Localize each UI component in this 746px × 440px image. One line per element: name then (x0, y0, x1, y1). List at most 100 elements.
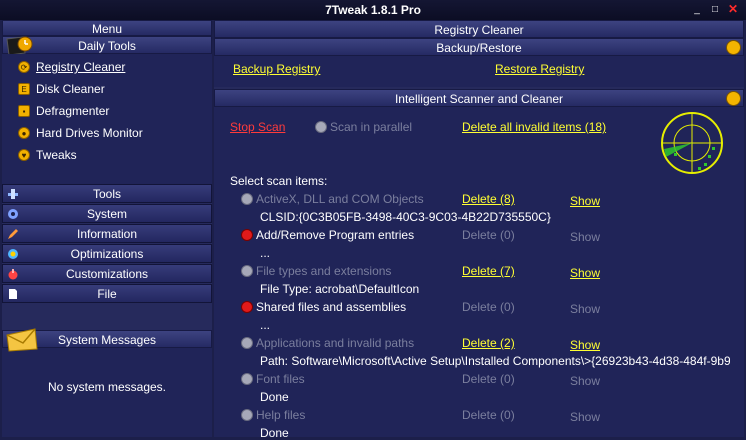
delete-activex-link[interactable]: Delete (8) (462, 192, 515, 206)
close-button[interactable]: ✕ (726, 2, 740, 16)
category-label: Information (76, 227, 138, 241)
show-shared-files-link[interactable]: Show (570, 302, 600, 316)
daily-tools-header[interactable]: Daily Tools (2, 36, 212, 56)
scan-item-detail: Path: Software\Microsoft\Active Setup\In… (260, 354, 730, 368)
disk-icon: E (18, 83, 30, 95)
scan-item-label: ActiveX, DLL and COM Objects (256, 192, 424, 206)
paint-icon (8, 269, 18, 280)
scan-item-label: Font files (256, 372, 305, 386)
key-icon[interactable] (726, 91, 741, 106)
toggle-icon (241, 409, 253, 421)
monitor-icon: ● (18, 127, 30, 139)
show-help-files-link[interactable]: Show (570, 410, 600, 424)
defrag-icon: ▪ (18, 105, 30, 117)
system-messages-text: No system messages. (47, 380, 167, 394)
category-system[interactable]: System (2, 204, 212, 223)
category-optimizations[interactable]: Optimizations (2, 244, 212, 263)
scan-parallel-label: Scan in parallel (330, 120, 413, 134)
scan-item-label: Add/Remove Program entries (256, 228, 415, 242)
envelope-icon (6, 328, 38, 352)
backup-restore-title: Backup/Restore (436, 41, 522, 55)
category-label: File (97, 287, 117, 301)
delete-add-remove-link[interactable]: Delete (0) (462, 228, 515, 242)
category-customizations[interactable]: Customizations (2, 264, 212, 283)
category-information[interactable]: Information (2, 224, 212, 243)
show-activex-link[interactable]: Show (570, 194, 600, 208)
rocket-icon (8, 249, 18, 259)
scan-item-applications[interactable]: Applications and invalid paths (241, 336, 414, 350)
toggle-icon (241, 373, 253, 385)
tools-icon (8, 189, 18, 199)
backup-restore-pane: Backup Registry Restore Registry (214, 56, 744, 87)
tweaks-icon: ♥ (18, 149, 30, 161)
scan-item-detail: File Type: acrobat\DefaultIcon (260, 282, 420, 296)
scan-item-label: Help files (256, 408, 306, 422)
stop-scan-link[interactable]: Stop Scan (230, 120, 285, 134)
menu-header: Menu (2, 20, 212, 36)
window-title: 7Tweak 1.8.1 Pro (325, 3, 421, 17)
category-file[interactable]: File (2, 284, 212, 303)
page-title: Registry Cleaner (214, 20, 744, 38)
toggle-icon (315, 121, 327, 133)
radar-scan-icon (661, 112, 723, 174)
category-label: System (86, 207, 127, 221)
scanner-pane: Stop Scan Scan in parallel Delete all in… (214, 107, 744, 440)
daily-tools-list: ⟳ Registry Cleaner E Disk Cleaner ▪ Defr… (2, 54, 212, 184)
scan-item-label: Applications and invalid paths (256, 336, 415, 350)
title-bar: 7Tweak 1.8.1 Pro _ □ ✕ (0, 0, 746, 20)
pencil-icon (8, 229, 18, 239)
show-font-files-link[interactable]: Show (570, 374, 600, 388)
refresh-icon[interactable] (726, 40, 741, 55)
show-add-remove-link[interactable]: Show (570, 230, 600, 244)
registry-icon: ⟳ (18, 61, 30, 73)
daily-item-tweaks[interactable]: ♥ Tweaks (18, 146, 77, 164)
daily-item-disk-cleaner[interactable]: E Disk Cleaner (18, 80, 105, 98)
category-label: Tools (92, 187, 121, 201)
daily-item-registry-cleaner[interactable]: ⟳ Registry Cleaner (18, 58, 125, 76)
daily-item-defragmenter[interactable]: ▪ Defragmenter (18, 102, 109, 120)
main-panel: Registry Cleaner Backup/Restore Backup R… (214, 20, 744, 440)
daily-item-label: Defragmenter (36, 104, 110, 118)
scan-item-add-remove[interactable]: Add/Remove Program entries (241, 228, 414, 242)
scan-item-detail: CLSID:{0C3B05FB-3498-40C3-9C03-4B22D7355… (260, 210, 551, 224)
minimize-button[interactable]: _ (690, 2, 704, 16)
daily-item-label: Tweaks (36, 148, 77, 162)
scan-item-detail: ... (260, 318, 271, 332)
category-tools[interactable]: Tools (2, 184, 212, 203)
toggle-icon (241, 301, 253, 313)
file-icon (9, 289, 17, 299)
delete-font-files-link[interactable]: Delete (0) (462, 372, 515, 386)
daily-item-label: Registry Cleaner (36, 60, 126, 74)
show-file-types-link[interactable]: Show (570, 266, 600, 280)
scan-item-detail: Done (260, 426, 289, 440)
gear-icon (8, 209, 18, 219)
scan-item-font-files[interactable]: Font files (241, 372, 305, 386)
sidebar: Menu Daily Tools ⟳ Registry Cleaner E Di… (2, 20, 212, 437)
system-messages-title: System Messages (57, 333, 157, 347)
backup-registry-link[interactable]: Backup Registry (233, 62, 320, 76)
scan-item-help-files[interactable]: Help files (241, 408, 305, 422)
category-label: Optimizations (70, 247, 144, 261)
scan-item-file-types[interactable]: File types and extensions (241, 264, 391, 278)
scan-item-activex[interactable]: ActiveX, DLL and COM Objects (241, 192, 424, 206)
delete-file-types-link[interactable]: Delete (7) (462, 264, 515, 278)
maximize-button[interactable]: □ (708, 2, 722, 16)
daily-item-hard-drives-monitor[interactable]: ● Hard Drives Monitor (18, 124, 143, 142)
daily-item-label: Hard Drives Monitor (36, 126, 143, 140)
scan-item-shared-files[interactable]: Shared files and assemblies (241, 300, 406, 314)
scanner-header: Intelligent Scanner and Cleaner (214, 89, 744, 107)
daily-item-label: Disk Cleaner (36, 82, 105, 96)
toggle-icon (241, 193, 253, 205)
delete-help-files-link[interactable]: Delete (0) (462, 408, 515, 422)
scan-item-label: File types and extensions (256, 264, 392, 278)
system-messages-panel: System Messages No system messages. (2, 328, 212, 437)
system-messages-header: System Messages (2, 328, 212, 352)
delete-applications-link[interactable]: Delete (2) (462, 336, 515, 350)
restore-registry-link[interactable]: Restore Registry (495, 62, 584, 76)
scan-item-detail: ... (260, 246, 271, 260)
delete-all-link[interactable]: Delete all invalid items (18) (462, 120, 606, 134)
window-controls: _ □ ✕ (690, 2, 740, 16)
show-applications-link[interactable]: Show (570, 338, 600, 352)
scan-parallel-toggle[interactable]: Scan in parallel (315, 120, 412, 134)
delete-shared-files-link[interactable]: Delete (0) (462, 300, 515, 314)
